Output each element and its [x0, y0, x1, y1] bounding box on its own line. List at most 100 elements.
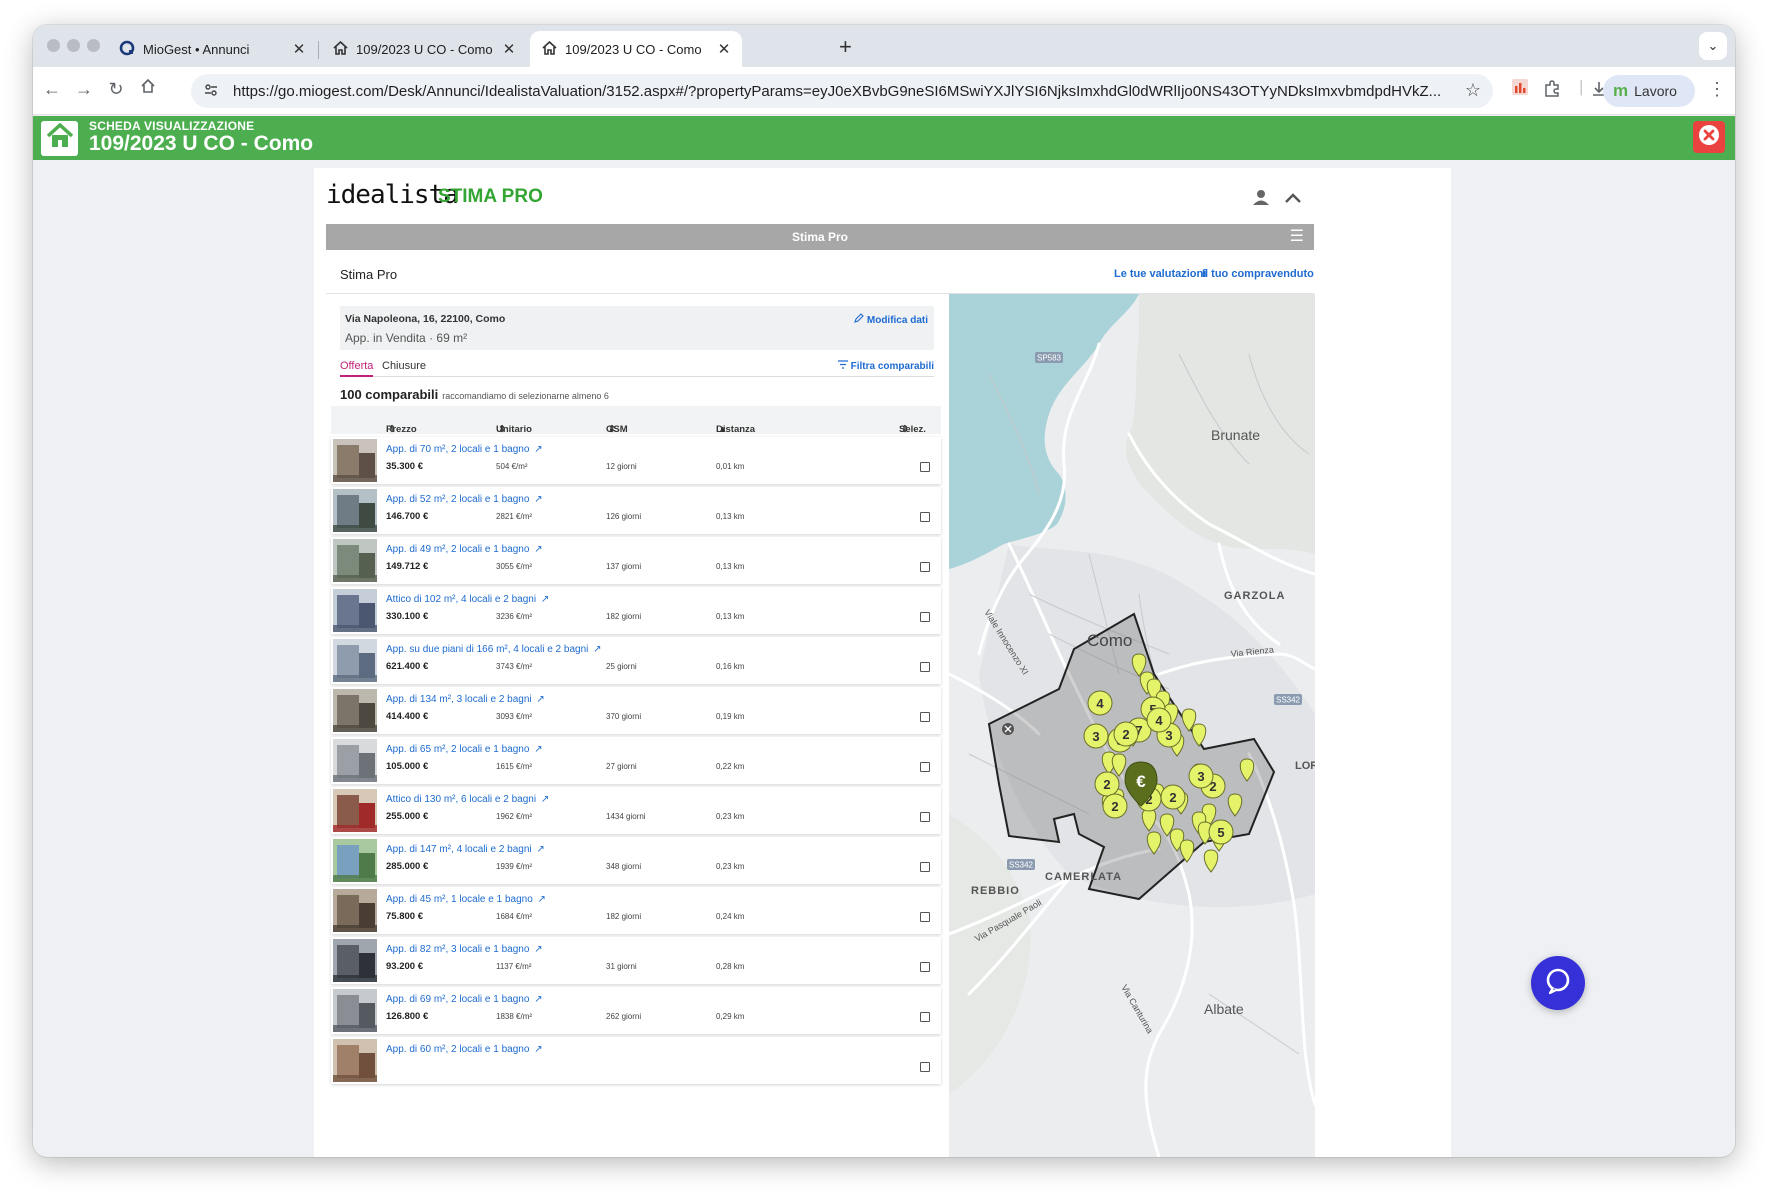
chat-support-button[interactable] — [1531, 956, 1585, 1010]
listing-photo[interactable] — [333, 439, 377, 482]
filter-comparables-button[interactable]: Filtra comparabili — [837, 360, 934, 372]
extension-chart-icon[interactable] — [1511, 78, 1529, 101]
select-checkbox[interactable] — [920, 1012, 930, 1022]
select-checkbox[interactable] — [920, 762, 930, 772]
listing-photo[interactable] — [333, 689, 377, 732]
select-checkbox[interactable] — [920, 612, 930, 622]
external-link-icon[interactable]: ↗ — [531, 444, 542, 455]
tab-chiusure[interactable]: Chiusure — [382, 360, 426, 377]
listing-title-link[interactable]: App. su due piani di 166 m², 4 locali e … — [386, 644, 602, 655]
listing-title-link[interactable]: App. di 65 m², 2 locali e 1 bagno ↗ — [386, 744, 543, 755]
window-close-light[interactable] — [47, 39, 60, 52]
tab-offerta[interactable]: Offerta — [340, 360, 374, 377]
select-checkbox[interactable] — [920, 462, 930, 472]
window-minimize-light[interactable] — [67, 39, 80, 52]
table-row[interactable]: App. di 65 m², 2 locali e 1 bagno ↗ 105.0… — [331, 737, 941, 784]
listing-photo[interactable] — [333, 989, 377, 1032]
select-checkbox[interactable] — [920, 512, 930, 522]
external-link-icon[interactable]: ↗ — [531, 744, 542, 755]
listing-title-link[interactable]: App. di 70 m², 2 locali e 1 bagno ↗ — [386, 444, 543, 455]
select-checkbox[interactable] — [920, 962, 930, 972]
listing-title-link[interactable]: App. di 147 m², 4 locali e 2 bagni ↗ — [386, 844, 545, 855]
select-checkbox[interactable] — [920, 662, 930, 672]
listing-photo[interactable] — [333, 839, 377, 882]
select-checkbox[interactable] — [920, 562, 930, 572]
tab-listing-como[interactable]: 109/2023 U CO - Como ✕ — [530, 31, 742, 67]
listing-title-link[interactable]: App. di 82 m², 3 locali e 1 bagno ↗ — [386, 944, 543, 955]
close-view-button[interactable] — [1693, 121, 1725, 153]
listing-title-link[interactable]: App. di 69 m², 2 locali e 1 bagno ↗ — [386, 994, 543, 1005]
profile-button[interactable]: m Lavoro — [1603, 75, 1695, 107]
listing-title-link[interactable]: Attico di 130 m², 6 locali e 2 bagni ↗ — [386, 794, 549, 805]
reload-icon[interactable]: ↻ — [105, 79, 127, 100]
external-link-icon[interactable]: ↗ — [531, 544, 542, 555]
user-account-icon[interactable] — [1252, 188, 1270, 211]
external-link-icon[interactable]: ↗ — [538, 594, 549, 605]
listing-photo[interactable] — [333, 589, 377, 632]
polygon-handle-icon[interactable] — [1002, 723, 1014, 735]
home-button-icon[interactable] — [137, 78, 159, 99]
app-home-button[interactable] — [41, 121, 78, 156]
map[interactable]: SP583 SS342 SS342 Brunate GARZOLA Como V… — [949, 294, 1315, 1157]
hamburger-menu-icon[interactable]: ☰ — [1290, 224, 1304, 250]
close-tab-icon[interactable]: ✕ — [291, 40, 307, 58]
your-valuations-link[interactable]: Le tue valutazioni — [1114, 268, 1206, 280]
select-checkbox[interactable] — [920, 912, 930, 922]
select-checkbox[interactable] — [920, 1062, 930, 1072]
external-link-icon[interactable]: ↗ — [538, 794, 549, 805]
table-row[interactable]: App. di 69 m², 2 locali e 1 bagno ↗ 126.8… — [331, 987, 941, 1034]
listing-title-link[interactable]: App. di 134 m², 3 locali e 2 bagni ↗ — [386, 694, 545, 705]
url-text[interactable]: https://go.miogest.com/Desk/Annunci/Idea… — [233, 83, 1453, 100]
table-row[interactable]: App. di 82 m², 3 locali e 1 bagno ↗ 93.20… — [331, 937, 941, 984]
external-link-icon[interactable]: ↗ — [535, 894, 546, 905]
external-link-icon[interactable]: ↗ — [534, 694, 544, 705]
external-link-icon[interactable]: ↗ — [534, 844, 544, 855]
select-checkbox[interactable] — [920, 862, 930, 872]
edit-data-link[interactable]: Modifica dati — [854, 313, 928, 326]
listing-title-link[interactable]: App. di 45 m², 1 locale e 1 bagno ↗ — [386, 894, 546, 905]
external-link-icon[interactable]: ↗ — [531, 1044, 542, 1055]
listing-photo[interactable] — [333, 1039, 377, 1082]
table-row[interactable]: Attico di 130 m², 6 locali e 2 bagni ↗ 25… — [331, 787, 941, 834]
bookmark-star-icon[interactable]: ☆ — [1465, 80, 1481, 101]
table-row[interactable]: Attico di 102 m², 4 locali e 2 bagni ↗ 33… — [331, 587, 941, 634]
extensions-puzzle-icon[interactable] — [1543, 80, 1561, 103]
listing-photo[interactable] — [333, 939, 377, 982]
new-tab-icon[interactable]: + — [839, 34, 852, 60]
select-checkbox[interactable] — [920, 812, 930, 822]
tab-listing-via[interactable]: 109/2023 U CO - Como Via N ✕ — [321, 31, 527, 67]
listing-title-link[interactable]: App. di 49 m², 2 locali e 1 bagno ↗ — [386, 544, 543, 555]
listing-photo[interactable] — [333, 639, 377, 682]
listing-title-link[interactable]: App. di 52 m², 2 locali e 1 bagno ↗ — [386, 494, 543, 505]
external-link-icon[interactable]: ↗ — [590, 644, 601, 655]
listing-photo[interactable] — [333, 489, 377, 532]
collapse-chevron-up-icon[interactable] — [1284, 184, 1302, 210]
select-checkbox[interactable] — [920, 712, 930, 722]
listing-photo[interactable] — [333, 789, 377, 832]
table-row[interactable]: App. di 70 m², 2 locali e 1 bagno ↗ 35.30… — [331, 437, 941, 484]
back-arrow-icon[interactable]: ← — [41, 79, 63, 100]
site-settings-icon[interactable] — [203, 82, 219, 101]
table-row[interactable]: App. di 49 m², 2 locali e 1 bagno ↗ 149.7… — [331, 537, 941, 584]
close-tab-icon[interactable]: ✕ — [501, 40, 517, 58]
listing-photo[interactable] — [333, 539, 377, 582]
tab-search-icon[interactable]: ⌄ — [1699, 32, 1727, 60]
browser-menu-icon[interactable]: ⋮ — [1708, 79, 1726, 100]
listing-title-link[interactable]: App. di 60 m², 2 locali e 1 bagno ↗ — [386, 1044, 543, 1055]
external-link-icon[interactable]: ↗ — [531, 944, 542, 955]
forward-arrow-icon[interactable]: → — [73, 79, 95, 100]
listing-title-link[interactable]: Attico di 102 m², 4 locali e 2 bagni ↗ — [386, 594, 549, 605]
window-zoom-light[interactable] — [87, 39, 100, 52]
external-link-icon[interactable]: ↗ — [531, 494, 542, 505]
close-tab-icon[interactable]: ✕ — [716, 40, 732, 58]
map-canvas[interactable]: SP583 SS342 SS342 Brunate GARZOLA Como V… — [949, 294, 1315, 1157]
table-row[interactable]: App. di 60 m², 2 locali e 1 bagno ↗ — [331, 1037, 941, 1084]
listing-photo[interactable] — [333, 889, 377, 932]
listing-photo[interactable] — [333, 739, 377, 782]
table-row[interactable]: App. su due piani di 166 m², 4 locali e … — [331, 637, 941, 684]
tab-miogest[interactable]: MioGest • Annunci ✕ — [107, 31, 317, 67]
external-link-icon[interactable]: ↗ — [531, 994, 542, 1005]
table-row[interactable]: App. di 147 m², 4 locali e 2 bagni ↗ 285.… — [331, 837, 941, 884]
address-bar[interactable]: https://go.miogest.com/Desk/Annunci/Idea… — [191, 74, 1493, 108]
table-row[interactable]: App. di 45 m², 1 locale e 1 bagno ↗ 75.80… — [331, 887, 941, 934]
